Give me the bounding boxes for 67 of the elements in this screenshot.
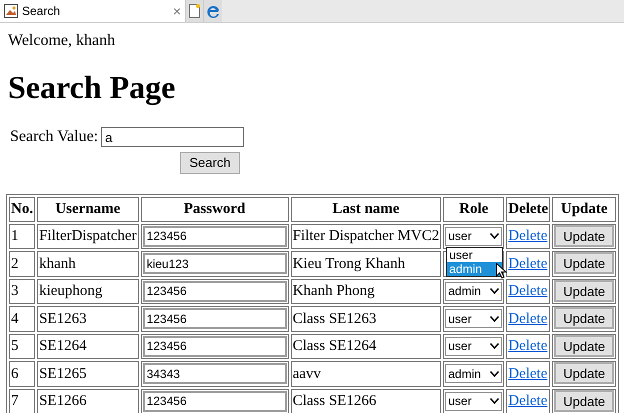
- table-cell: aavv: [290, 361, 442, 386]
- column-header: Password: [140, 197, 289, 222]
- search-button[interactable]: Search: [180, 152, 240, 174]
- column-header: Delete: [506, 197, 550, 222]
- table-cell: Khanh Phong: [290, 278, 442, 304]
- column-header: No.: [9, 197, 36, 222]
- table-cell: Class SE1264: [290, 334, 442, 359]
- update-button[interactable]: Update: [554, 334, 614, 356]
- column-header: Username: [37, 197, 139, 222]
- chevron-down-icon: [490, 398, 500, 404]
- update-button[interactable]: Update: [554, 280, 614, 302]
- password-field[interactable]: kieu123: [142, 253, 287, 274]
- page-heading: Search Page: [8, 69, 176, 105]
- close-icon[interactable]: ×: [172, 4, 181, 18]
- column-header: Role: [443, 197, 504, 222]
- table-cell: SE1266: [37, 388, 139, 413]
- role-select[interactable]: user: [445, 392, 502, 411]
- welcome-text: Welcome, khanh: [8, 32, 116, 50]
- table-cell: Kieu Trong Khanh: [290, 251, 442, 276]
- table-cell: 5: [9, 334, 36, 359]
- role-select[interactable]: admin: [445, 364, 502, 384]
- chevron-down-icon: [490, 316, 500, 322]
- column-header: Last name: [290, 197, 442, 222]
- browser-button[interactable]: [204, 0, 222, 22]
- password-field[interactable]: 123456: [142, 308, 287, 329]
- update-button[interactable]: Update: [554, 252, 614, 274]
- role-select[interactable]: user: [445, 336, 502, 356]
- table-cell: 6: [9, 361, 36, 386]
- table-cell: SE1264: [37, 334, 139, 359]
- password-field[interactable]: 123456: [142, 390, 287, 412]
- table-cell: khanh: [37, 251, 139, 276]
- role-select[interactable]: user: [445, 226, 502, 246]
- browser-logo-icon: [206, 4, 220, 18]
- password-field[interactable]: 123456: [142, 226, 287, 246]
- table-cell: 3: [9, 278, 36, 304]
- tab-title: Search: [22, 3, 62, 20]
- table-cell: 4: [9, 306, 36, 332]
- role-select[interactable]: user: [445, 309, 502, 328]
- table-cell: Class SE1263: [290, 306, 442, 332]
- password-field[interactable]: 123456: [142, 336, 287, 356]
- browser-tab[interactable]: Search ×: [0, 0, 186, 22]
- update-button[interactable]: Update: [554, 307, 614, 329]
- column-header: Update: [552, 197, 616, 222]
- page-icon: [189, 4, 200, 18]
- password-field[interactable]: 34343: [142, 363, 287, 384]
- role-select[interactable]: admin: [445, 282, 502, 301]
- table-cell: Class SE1266: [290, 388, 442, 413]
- chevron-down-icon: [490, 343, 500, 350]
- table-cell: 1: [9, 224, 36, 249]
- search-field[interactable]: a: [101, 127, 244, 147]
- new-tab-button[interactable]: [186, 0, 204, 22]
- chevron-down-icon: [490, 370, 500, 377]
- table-cell: kieuphong: [37, 278, 139, 304]
- update-button[interactable]: Update: [554, 362, 614, 384]
- table-cell: SE1263: [37, 306, 139, 332]
- chevron-down-icon: [490, 288, 500, 294]
- search-label: Search Value:: [10, 127, 98, 147]
- chevron-down-icon: [490, 233, 500, 240]
- table-cell: 2: [9, 251, 36, 276]
- table-cell: 7: [9, 388, 36, 413]
- update-button[interactable]: Update: [554, 224, 614, 246]
- password-field[interactable]: 123456: [142, 280, 287, 302]
- picture-icon: [4, 4, 18, 18]
- update-button[interactable]: Update: [554, 390, 614, 412]
- table-cell: SE1265: [37, 361, 139, 386]
- table-cell: FilterDispatcher: [37, 224, 139, 249]
- table-cell: Filter Dispatcher MVC2: [290, 224, 442, 249]
